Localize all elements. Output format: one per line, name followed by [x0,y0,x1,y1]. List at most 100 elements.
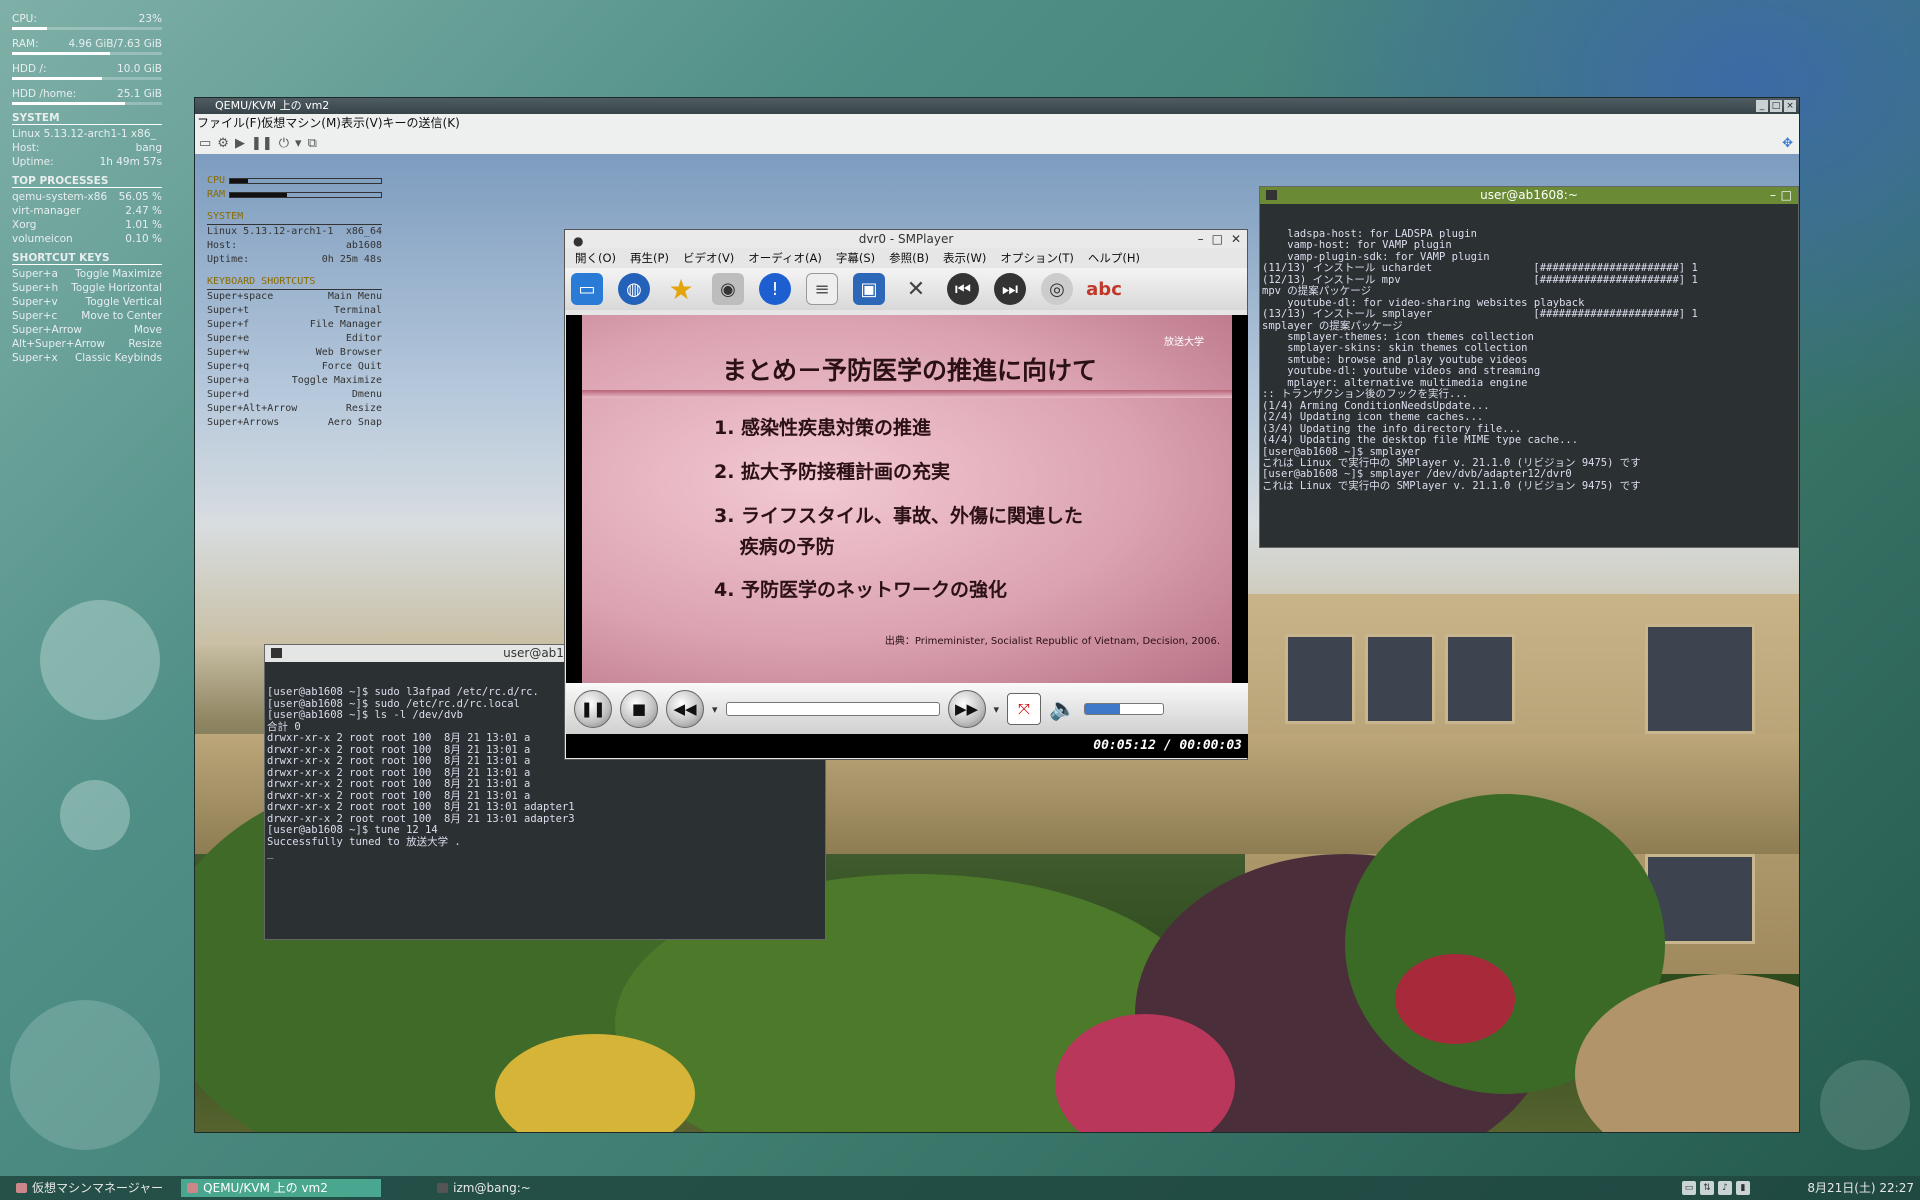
star-icon[interactable]: ★ [665,273,697,306]
tools-icon[interactable]: ✕ [900,273,932,305]
task-qemu[interactable]: QEMU/KVM 上の vm2 [181,1179,382,1197]
guest-cpu-bar [229,178,382,184]
system-tray: ▭ ⇅ ♪ ▮ [1682,1181,1750,1195]
fullscreen-icon[interactable]: ⧉ [308,136,317,151]
play-icon[interactable]: ▶ [235,136,245,151]
details-icon[interactable]: ⚙ [217,136,229,151]
smplayer-menubar: 開く(O) 再生(P) ビデオ(V) オーディオ(A) 字幕(S) 参照(B) … [565,248,1247,268]
terminal-window-right[interactable]: user@ab1608:~ – □ ladspa-host: for LADSP… [1259,186,1799,548]
resize-guest-icon[interactable]: ✥ [1782,136,1793,151]
guest-uptime-label: Uptime: [207,254,250,265]
slide-band [582,390,1232,398]
building-window [1285,634,1355,724]
menu-audio[interactable]: オーディオ(A) [748,248,822,268]
close-icon[interactable]: ✕ [1231,230,1241,248]
menu-view[interactable]: 表示(W) [943,248,986,268]
power-icon[interactable]: ⏻ [279,136,289,151]
guest-shortcut-row: Super+w Web Browser [207,347,382,358]
qemu-menubar[interactable]: ファイル(F)仮想マシン(M)表示(V)キーの送信(K) [195,114,1799,132]
host-system-monitor: CPU: 23% RAM: 4.96 GiB/7.63 GiB HDD /: 10.0… [12,12,162,365]
info-icon[interactable]: ! [759,273,791,305]
close-icon[interactable]: × [1784,100,1796,112]
battery-icon[interactable]: ▮ [1736,1181,1750,1195]
process-row: Xorg 1.01 % [12,219,162,231]
camera-icon[interactable]: ◉ [712,273,744,305]
slide-item: 2. 拡大予防接種計画の充実 [714,461,951,483]
terminal-title: user@ab1608:~ [1480,188,1578,202]
rewind-button[interactable]: ◀◀ [666,690,704,728]
network-icon[interactable]: ⇅ [1700,1181,1714,1195]
chevron-down-icon[interactable]: ▾ [712,703,718,716]
process-row: qemu-system-x86 56.05 % [12,191,162,203]
menu-options[interactable]: オプション(T) [1000,248,1074,268]
maximize-icon[interactable]: □ [1770,100,1782,112]
monitor-icon[interactable]: ▭ [1682,1181,1696,1195]
guest-arch: x86_64 [345,226,382,237]
guest-shortcut-row: Super+Alt+Arrow Resize [207,403,382,414]
menu-open[interactable]: 開く(O) [575,248,616,268]
wallpaper-bokeh [1820,1060,1910,1150]
seek-bar[interactable] [725,702,940,716]
host-label: Host: [12,142,40,154]
pause-icon[interactable]: ❚❚ [251,136,273,151]
smplayer-window[interactable]: ● dvr0 - SMPlayer – □ ✕ 開く(O) 再生(P) ビデオ(V)… [564,229,1248,760]
shortcut-keys-heading: SHORTCUT KEYS [12,252,162,265]
guest-shortcut-row: Super+Arrows Aero Snap [207,417,382,428]
clock[interactable]: 8月21日(土) 22:27 [1807,1179,1914,1196]
volume-icon[interactable]: ♪ [1718,1181,1732,1195]
slide-item: 4. 予防医学のネットワークの強化 [714,579,1008,601]
wallpaper-bokeh [10,1000,160,1150]
hdd-home-label: HDD /home: [12,88,77,100]
minimize-icon[interactable]: – [1770,187,1776,204]
fullscreen-button[interactable]: ⤧ [1007,693,1042,725]
minimize-icon[interactable]: _ [1756,100,1768,112]
video-area[interactable]: 放送大学 まとめ－予防医学の推進に向けて 1. 感染性疾患対策の推進 2. 拡大… [566,315,1248,683]
forward-button[interactable]: ▶▶ [947,690,986,728]
skip-previous-icon[interactable]: ⏮ [947,273,979,305]
qemu-toolbar: ▭ ⚙ ▶ ❚❚ ⏻ ▾ ⧉ ✥ [195,132,1799,154]
terminal-icon [1266,190,1277,200]
folder-icon[interactable]: ▭ [571,273,603,305]
chevron-down-icon[interactable]: ▾ [295,136,302,151]
uptime-value: 1h 49m 57s [99,156,162,168]
menu-browse[interactable]: 参照(B) [889,248,929,268]
ram-label: RAM: [12,38,39,50]
task-label: QEMU/KVM 上の vm2 [203,1181,328,1195]
task-virt-manager[interactable]: 仮想マシンマネージャー [10,1179,171,1197]
pause-button[interactable]: ❚❚ [574,690,612,728]
wallpaper-bokeh [40,600,160,720]
menu-video[interactable]: ビデオ(V) [683,248,734,268]
shortcut-row: Super+x Classic Keybinds [12,352,162,364]
guest-shortcut-row: Super+e Editor [207,333,382,344]
skip-next-icon[interactable]: ⏭ [994,273,1026,305]
slide-item: 1. 感染性疾患対策の推進 [714,417,932,439]
task-terminal[interactable]: izm@bang:~ [431,1179,539,1197]
cpu-value: 23% [138,13,162,25]
globe-icon[interactable]: ◍ [618,273,650,305]
maximize-icon[interactable]: □ [1212,230,1223,248]
taskbar: 仮想マシンマネージャー QEMU/KVM 上の vm2 izm@bang:~ ▭… [0,1176,1920,1200]
monitor-icon[interactable]: ▭ [199,136,211,151]
stop-button[interactable]: ■ [620,690,658,728]
playlist-icon[interactable]: ≡ [806,273,838,305]
kernel-info: Linux 5.13.12-arch1-1 x86_ [12,128,156,140]
media-info-icon[interactable]: ▣ [853,273,885,305]
guest-ram-bar [229,192,382,198]
chevron-down-icon[interactable]: ▾ [994,703,1000,716]
minimize-icon[interactable]: – [1198,230,1204,248]
host-value: bang [135,142,162,154]
menu-play[interactable]: 再生(P) [630,248,669,268]
qemu-titlebar[interactable]: QEMU/KVM 上の vm2 _ □ × [195,98,1799,114]
subtitles-icon[interactable]: abc [1086,273,1122,305]
smplayer-titlebar[interactable]: ● dvr0 - SMPlayer – □ ✕ [565,230,1247,248]
speaker-icon[interactable]: 🔈 [1049,697,1076,722]
menu-help[interactable]: ヘルプ(H) [1088,248,1140,268]
disc-icon[interactable]: ◎ [1041,273,1073,305]
volume-slider[interactable] [1084,703,1165,715]
maximize-icon[interactable]: □ [1781,187,1792,204]
hdd-home-bar [12,102,162,105]
menu-subtitles[interactable]: 字幕(S) [836,248,875,268]
terminal-titlebar[interactable]: user@ab1608:~ – □ [1260,187,1798,204]
terminal-output[interactable]: ladspa-host: for LADSPA plugin vamp-host… [1260,204,1798,517]
guest-uptime-value: 0h 25m 48s [321,254,382,265]
